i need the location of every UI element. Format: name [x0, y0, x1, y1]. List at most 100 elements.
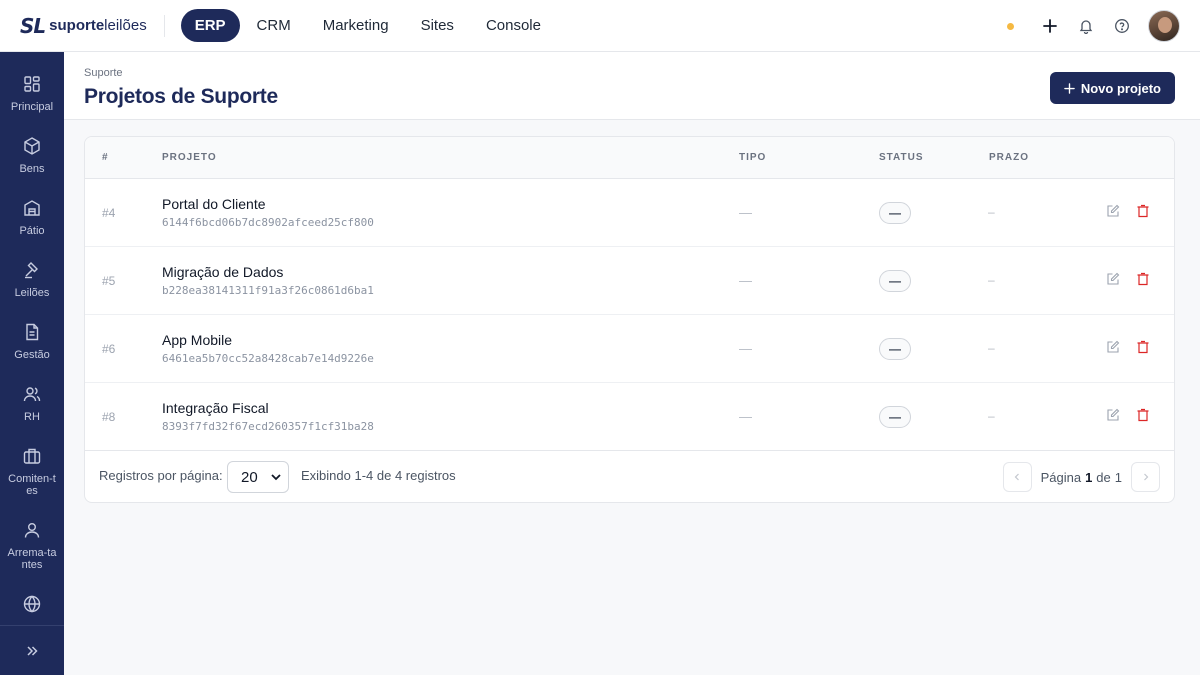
rows-per-page-select[interactable]: 20 [227, 461, 289, 493]
edit-icon[interactable] [1106, 272, 1120, 286]
logo-text: suporteleilões [49, 17, 147, 34]
sidebar-label: RH [24, 411, 40, 423]
table-footer: Registros por página: 20 Exibindo 1-4 de… [85, 450, 1174, 502]
briefcase-icon [23, 448, 41, 464]
nav-marketing[interactable]: Marketing [308, 9, 404, 42]
breadcrumb[interactable]: Suporte [84, 67, 123, 79]
delete-icon[interactable] [1136, 408, 1150, 422]
sidebar-item-bens[interactable]: Bens [0, 136, 64, 175]
row-tipo: — [739, 409, 752, 424]
page-indicator: Página 1 de 1 [1040, 469, 1122, 485]
sidebar-item-globe[interactable] [0, 594, 64, 614]
sidebar-label: Pátio [19, 225, 45, 237]
row-prazo: – [988, 205, 995, 219]
row-project-name[interactable]: App Mobile [162, 332, 232, 348]
row-prazo: – [988, 341, 995, 355]
column-header-id: # [102, 152, 109, 163]
table-header: # PROJETO TIPO STATUS PRAZO [85, 137, 1174, 179]
prev-page-button[interactable] [1002, 462, 1032, 492]
box-icon [24, 137, 40, 155]
plus-icon [1064, 82, 1075, 94]
grid-icon [24, 76, 40, 92]
gavel-icon [25, 262, 38, 279]
row-project-name[interactable]: Integração Fiscal [162, 400, 269, 416]
table-row[interactable]: #8 Integração Fiscal 8393f7fd32f67ecd260… [85, 383, 1174, 451]
sidebar: Principal Bens Pátio Leilões Gestão RH C… [0, 52, 64, 675]
page-header: Suporte Projetos de Suporte Novo projeto [64, 52, 1200, 120]
chevrons-right-icon [27, 645, 38, 656]
nav-crm[interactable]: CRM [242, 9, 306, 42]
row-tipo: — [739, 205, 752, 220]
top-bar: SL suporteleilões ERP CRM Marketing Site… [0, 0, 1200, 52]
row-project-name[interactable]: Migração de Dados [162, 264, 283, 280]
chevron-down-icon [271, 474, 281, 481]
row-prazo: – [988, 409, 995, 423]
records-summary: Exibindo 1-4 de 4 registros [301, 468, 456, 483]
plus-icon[interactable] [1040, 16, 1060, 36]
sidebar-item-leiloes[interactable]: Leilões [0, 260, 64, 299]
sidebar-label: Gestão [14, 349, 50, 361]
avatar[interactable] [1148, 10, 1180, 42]
status-badge: — [879, 406, 911, 428]
row-project-hash: b228ea38141311f91a3f26c0861d6ba1 [162, 284, 374, 297]
sidebar-label: Leilões [14, 287, 50, 299]
table-row[interactable]: #5 Migração de Dados b228ea38141311f91a3… [85, 247, 1174, 315]
edit-icon[interactable] [1106, 340, 1120, 354]
users-icon [23, 387, 41, 402]
row-id: #8 [102, 410, 116, 424]
warehouse-icon [24, 200, 40, 216]
column-header-tipo: TIPO [739, 152, 767, 163]
status-badge: — [879, 338, 911, 360]
sidebar-item-rh[interactable]: RH [0, 384, 64, 423]
sidebar-label: Comiten-tes [8, 473, 56, 497]
rows-per-page-value: 20 [241, 468, 258, 486]
delete-icon[interactable] [1136, 204, 1150, 218]
globe-icon [23, 595, 41, 613]
nav-console[interactable]: Console [471, 9, 556, 42]
divider [163, 14, 165, 37]
document-icon [26, 323, 39, 341]
sidebar-item-principal[interactable]: Principal [0, 74, 64, 113]
bell-icon[interactable] [1076, 16, 1096, 36]
sidebar-item-patio[interactable]: Pátio [0, 198, 64, 237]
help-icon[interactable] [1112, 16, 1132, 36]
status-dot [1007, 22, 1014, 30]
edit-icon[interactable] [1106, 408, 1120, 422]
row-id: #5 [102, 274, 116, 288]
column-header-status: STATUS [879, 152, 924, 163]
sidebar-item-gestao[interactable]: Gestão [0, 322, 64, 361]
new-project-button[interactable]: Novo projeto [1049, 72, 1175, 104]
pagination: Página 1 de 1 [1002, 461, 1160, 493]
logo-mark: SL [20, 13, 46, 38]
user-icon [24, 523, 40, 538]
sidebar-label: Principal [10, 101, 54, 113]
row-project-hash: 8393f7fd32f67ecd260357f1cf31ba28 [162, 420, 374, 433]
column-header-prazo: PRAZO [989, 152, 1029, 163]
table-row[interactable]: #4 Portal do Cliente 6144f6bcd06b7dc8902… [85, 179, 1174, 247]
row-tipo: — [739, 273, 752, 288]
next-page-button[interactable] [1131, 462, 1160, 492]
delete-icon[interactable] [1136, 272, 1150, 286]
page-title: Projetos de Suporte [84, 85, 278, 108]
edit-icon[interactable] [1106, 204, 1120, 218]
column-header-projeto: PROJETO [162, 152, 217, 163]
row-tipo: — [739, 341, 752, 356]
nav-erp[interactable]: ERP [180, 9, 240, 42]
brand-logo[interactable]: SL suporteleilões [20, 0, 147, 52]
new-project-label: Novo projeto [1080, 80, 1161, 96]
sidebar-item-arrematantes[interactable]: Arrema-tantes [0, 520, 64, 571]
delete-icon[interactable] [1136, 340, 1150, 354]
sidebar-expand-button[interactable] [0, 625, 64, 675]
top-actions [1007, 0, 1180, 52]
row-prazo: – [988, 273, 995, 287]
row-project-name[interactable]: Portal do Cliente [162, 196, 266, 212]
row-project-hash: 6461ea5b70cc52a8428cab7e14d9226e [162, 352, 374, 365]
top-nav: ERP CRM Marketing Sites Console [180, 9, 556, 42]
projects-table: # PROJETO TIPO STATUS PRAZO #4 Portal do… [84, 136, 1175, 503]
rows-per-page-label: Registros por página: [99, 468, 223, 483]
nav-sites[interactable]: Sites [406, 9, 469, 42]
row-id: #4 [102, 206, 116, 220]
table-row[interactable]: #6 App Mobile 6461ea5b70cc52a8428cab7e14… [85, 315, 1174, 383]
sidebar-item-comitentes[interactable]: Comiten-tes [0, 446, 64, 497]
row-project-hash: 6144f6bcd06b7dc8902afceed25cf800 [162, 216, 374, 229]
